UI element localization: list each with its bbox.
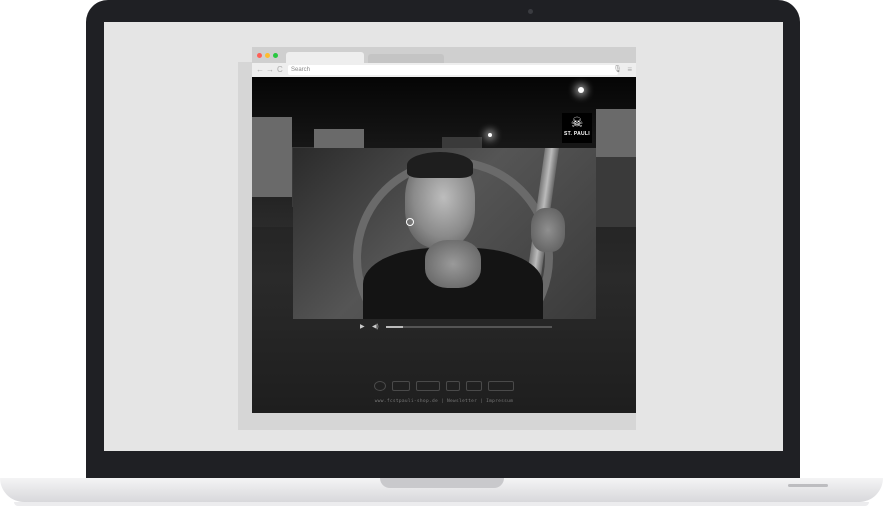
video-frame-hair (407, 152, 473, 178)
volume-icon[interactable]: ◀) (372, 323, 379, 331)
sponsor-logos (374, 381, 524, 393)
maximize-window-button[interactable] (273, 53, 278, 58)
sponsor-hummel-icon[interactable] (392, 381, 410, 391)
microphone-icon[interactable]: 🎙 (613, 65, 622, 75)
video-controls: ▶ ◀) (356, 323, 556, 331)
tab-inactive[interactable] (368, 54, 444, 63)
video-frame-thumbs-up (425, 240, 481, 288)
laptop-base-shadow (14, 502, 869, 506)
street-light (578, 87, 584, 93)
back-icon[interactable]: ← (256, 64, 264, 76)
play-icon[interactable]: ▶ (360, 323, 365, 331)
sponsor-dfb-icon[interactable] (374, 381, 386, 391)
video-player[interactable] (293, 148, 596, 319)
st-pauli-logo[interactable]: ☠ ST. PAULI (562, 113, 592, 143)
cursor-icon (406, 218, 414, 226)
video-progress-bar[interactable] (386, 326, 552, 328)
minimize-window-button[interactable] (265, 53, 270, 58)
sponsor-sk-icon[interactable] (416, 381, 440, 391)
laptop-slot (788, 484, 828, 487)
reload-icon[interactable]: C (277, 64, 283, 76)
close-window-button[interactable] (257, 53, 262, 58)
tree (592, 157, 636, 227)
web-page: ☠ ST. PAULI ▶ ◀) www.fcstpauli-shop.de |… (252, 77, 636, 413)
laptop-notch (380, 478, 504, 488)
skull-crossbones-icon: ☠ (570, 114, 584, 130)
logo-text: ST. PAULI (564, 131, 590, 137)
sponsor-nike-icon[interactable] (466, 381, 482, 391)
browser-toolbar: ← → C Search 🎙 ≡ (252, 63, 636, 77)
address-bar[interactable]: Search (288, 65, 618, 75)
sponsor-astra-icon[interactable] (446, 381, 460, 391)
browser-window: ← → C Search 🎙 ≡ ☠ ST. PAULI ▶ ◀) www.fc… (252, 47, 636, 413)
building (252, 117, 292, 197)
tab-active[interactable] (286, 52, 364, 63)
camera-icon (528, 9, 533, 14)
tab-bar (252, 47, 636, 63)
footer-links[interactable]: www.fcstpauli-shop.de | Newsletter | Imp… (252, 399, 636, 404)
sponsor-under-armour-icon[interactable] (488, 381, 514, 391)
forward-icon[interactable]: → (266, 64, 274, 76)
video-frame-hand (531, 208, 565, 252)
street-light (488, 133, 492, 137)
menu-icon[interactable]: ≡ (627, 64, 632, 76)
video-progress-fill (386, 326, 403, 328)
